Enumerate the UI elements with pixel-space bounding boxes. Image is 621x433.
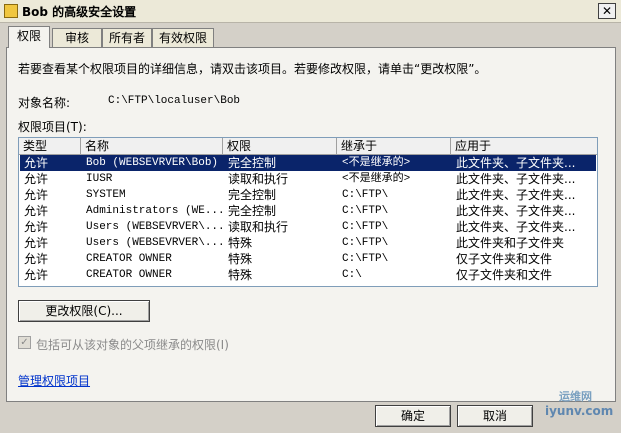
- cell-name: CREATOR OWNER: [86, 269, 172, 281]
- table-row[interactable]: 允许 SYSTEM 完全控制 C:\FTP\ 此文件夹、子文件夹...: [20, 187, 596, 203]
- cell-permission: 完全控制: [228, 204, 277, 218]
- title-bar: Bob 的高级安全设置 ✕: [0, 0, 621, 23]
- cell-permission: 特殊: [228, 252, 253, 266]
- cancel-button[interactable]: 取消: [457, 405, 533, 427]
- table-row[interactable]: 允许 CREATOR OWNER 特殊 C:\FTP\ 仅子文件夹和文件: [20, 251, 596, 267]
- entries-label: 权限项目(T):: [18, 120, 87, 134]
- cell-type: 允许: [24, 172, 49, 186]
- object-name-label: 对象名称:: [18, 96, 71, 110]
- object-name-value: C:\FTP\localuser\Bob: [108, 95, 241, 107]
- permission-entries-list[interactable]: 类型 名称 权限 继承于 应用于 允许 Bob (WEBSEVRVER\Bob) 完…: [18, 137, 598, 287]
- cell-permission: 特殊: [228, 236, 253, 250]
- change-permissions-button[interactable]: 更改权限(C)...: [18, 300, 150, 322]
- column-header-apply-to[interactable]: 应用于: [451, 138, 597, 154]
- close-button[interactable]: ✕: [598, 3, 616, 19]
- cell-name: IUSR: [86, 173, 113, 185]
- list-header: 类型 名称 权限 继承于 应用于: [19, 138, 597, 155]
- folder-icon: [4, 4, 18, 18]
- cell-permission: 完全控制: [228, 156, 277, 170]
- cell-name: CREATOR OWNER: [86, 253, 172, 265]
- cell-inherited-from: C:\: [342, 269, 362, 281]
- tab-auditing[interactable]: 审核: [52, 28, 102, 47]
- table-row[interactable]: 允许 CREATOR OWNER 特殊 C:\ 仅子文件夹和文件: [20, 267, 596, 283]
- cell-permission: 读取和执行: [228, 172, 289, 186]
- cell-type: 允许: [24, 204, 49, 218]
- cell-inherited-from: C:\FTP\: [342, 205, 389, 217]
- cell-name: SYSTEM: [86, 189, 126, 201]
- window-title: Bob 的高级安全设置: [22, 5, 137, 19]
- cell-type: 允许: [24, 236, 49, 250]
- table-row[interactable]: 允许 IUSR 读取和执行 <不是继承的> 此文件夹、子文件夹...: [20, 171, 596, 187]
- table-row[interactable]: 允许 Administrators (WE... 完全控制 C:\FTP\ 此文件夹、子…: [20, 203, 596, 219]
- tab-owner[interactable]: 所有者: [102, 28, 152, 47]
- cell-apply-to: 仅子文件夹和文件: [456, 268, 553, 282]
- cell-type: 允许: [24, 252, 49, 266]
- inherit-permissions-label: 包括可从该对象的父项继承的权限(I): [36, 338, 229, 352]
- column-header-type[interactable]: 类型: [19, 138, 81, 154]
- cell-apply-to: 此文件夹、子文件夹...: [456, 172, 576, 186]
- watermark-line2: iyunv.com: [545, 404, 614, 418]
- column-header-inherited-from[interactable]: 继承于: [337, 138, 451, 154]
- cell-permission: 特殊: [228, 268, 253, 282]
- instructions-text: 若要查看某个权限项目的详细信息，请双击该项目。若要修改权限，请单击“更改权限”。: [18, 62, 487, 76]
- manage-permissions-link[interactable]: 管理权限项目: [18, 372, 90, 389]
- tab-effective-permissions[interactable]: 有效权限: [152, 28, 214, 47]
- cell-permission: 完全控制: [228, 188, 277, 202]
- cell-permission: 读取和执行: [228, 220, 289, 234]
- table-row[interactable]: 允许 Users (WEBSEVRVER\... 读取和执行 C:\FTP\ 此文件夹、…: [20, 219, 596, 235]
- cell-name: Users (WEBSEVRVER\...: [86, 221, 222, 233]
- cell-name: Bob (WEBSEVRVER\Bob): [86, 157, 219, 169]
- watermark-logo: 运维网 iyunv.com: [545, 388, 615, 428]
- cell-type: 允许: [24, 156, 49, 170]
- cell-type: 允许: [24, 220, 49, 234]
- cell-apply-to: 此文件夹、子文件夹...: [456, 156, 576, 170]
- cell-inherited-from: <不是继承的>: [342, 157, 411, 169]
- table-row[interactable]: 允许 Users (WEBSEVRVER\... 特殊 C:\FTP\ 此文件夹和子文件…: [20, 235, 596, 251]
- inherit-permissions-checkbox[interactable]: ✓: [18, 336, 31, 349]
- cell-name: Users (WEBSEVRVER\...: [86, 237, 222, 249]
- cell-apply-to: 此文件夹、子文件夹...: [456, 204, 576, 218]
- table-row[interactable]: 允许 Bob (WEBSEVRVER\Bob) 完全控制 <不是继承的> 此文件夹、子文…: [20, 155, 596, 171]
- cell-apply-to: 此文件夹、子文件夹...: [456, 188, 576, 202]
- cell-name: Administrators (WE...: [86, 205, 222, 217]
- cell-apply-to: 此文件夹、子文件夹...: [456, 220, 576, 234]
- column-header-permission[interactable]: 权限: [223, 138, 337, 154]
- cell-type: 允许: [24, 268, 49, 282]
- cell-inherited-from: C:\FTP\: [342, 253, 389, 265]
- column-header-name[interactable]: 名称: [81, 138, 223, 154]
- cell-inherited-from: C:\FTP\: [342, 237, 389, 249]
- cell-inherited-from: C:\FTP\: [342, 221, 389, 233]
- cell-apply-to: 仅子文件夹和文件: [456, 252, 553, 266]
- ok-button[interactable]: 确定: [375, 405, 451, 427]
- tab-permissions[interactable]: 权限: [8, 26, 50, 48]
- cell-inherited-from: C:\FTP\: [342, 189, 389, 201]
- cell-type: 允许: [24, 188, 49, 202]
- watermark-line1: 运维网: [559, 390, 592, 403]
- cell-inherited-from: <不是继承的>: [342, 173, 411, 185]
- cell-apply-to: 此文件夹和子文件夹: [456, 236, 565, 250]
